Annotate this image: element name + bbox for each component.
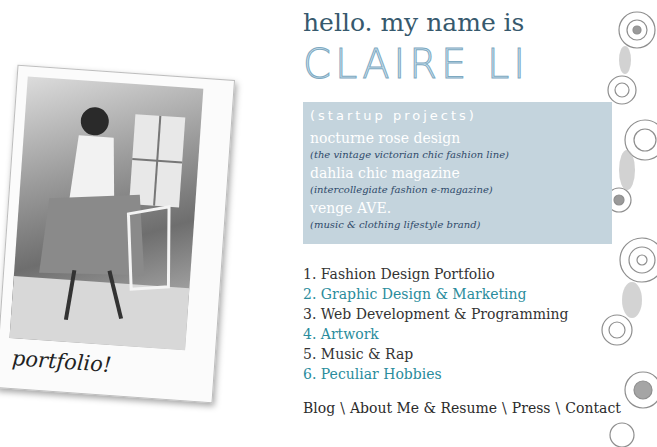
site-name: CLAIRE LI <box>303 40 657 88</box>
footer-link[interactable]: Blog <box>303 400 335 416</box>
footer-nav: Blog\About Me & Resume\Press\Contact <box>303 400 657 416</box>
project-description: (music & clothing lifestyle brand) <box>310 218 604 232</box>
portrait-photo <box>9 77 203 351</box>
greeting: hello. my name is <box>303 8 657 38</box>
project-description: (the vintage victorian chic fashion line… <box>310 148 604 162</box>
portfolio-link[interactable]: 3. Web Development & Programming <box>303 304 657 324</box>
separator: \ <box>556 400 561 416</box>
portfolio-list: 1. Fashion Design Portfolio2. Graphic De… <box>303 264 657 384</box>
project-item[interactable]: venge AVE.(music & clothing lifestyle br… <box>310 199 604 232</box>
startup-projects-panel: (startup projects) nocturne rose design(t… <box>303 102 612 244</box>
separator: \ <box>502 400 507 416</box>
footer-link[interactable]: Contact <box>565 400 621 416</box>
footer-link[interactable]: About Me & Resume <box>350 400 497 416</box>
portfolio-link[interactable]: 1. Fashion Design Portfolio <box>303 264 657 284</box>
project-item[interactable]: dahlia chic magazine(intercollegiate fas… <box>310 164 604 197</box>
photo-card[interactable]: portfolio! <box>0 65 235 403</box>
separator: \ <box>340 400 345 416</box>
project-title[interactable]: dahlia chic magazine <box>310 164 604 183</box>
portfolio-link[interactable]: 4. Artwork <box>303 324 657 344</box>
portfolio-link[interactable]: 6. Peculiar Hobbies <box>303 364 657 384</box>
project-item[interactable]: nocturne rose design(the vintage victori… <box>310 129 604 162</box>
panel-heading: (startup projects) <box>310 108 604 123</box>
footer-link[interactable]: Press <box>512 400 551 416</box>
project-title[interactable]: venge AVE. <box>310 199 604 218</box>
portfolio-link[interactable]: 2. Graphic Design & Marketing <box>303 284 657 304</box>
project-title[interactable]: nocturne rose design <box>310 129 604 148</box>
portfolio-link[interactable]: 5. Music & Rap <box>303 344 657 364</box>
project-description: (intercollegiate fashion e-magazine) <box>310 183 604 197</box>
photo-caption[interactable]: portfolio! <box>7 346 205 390</box>
